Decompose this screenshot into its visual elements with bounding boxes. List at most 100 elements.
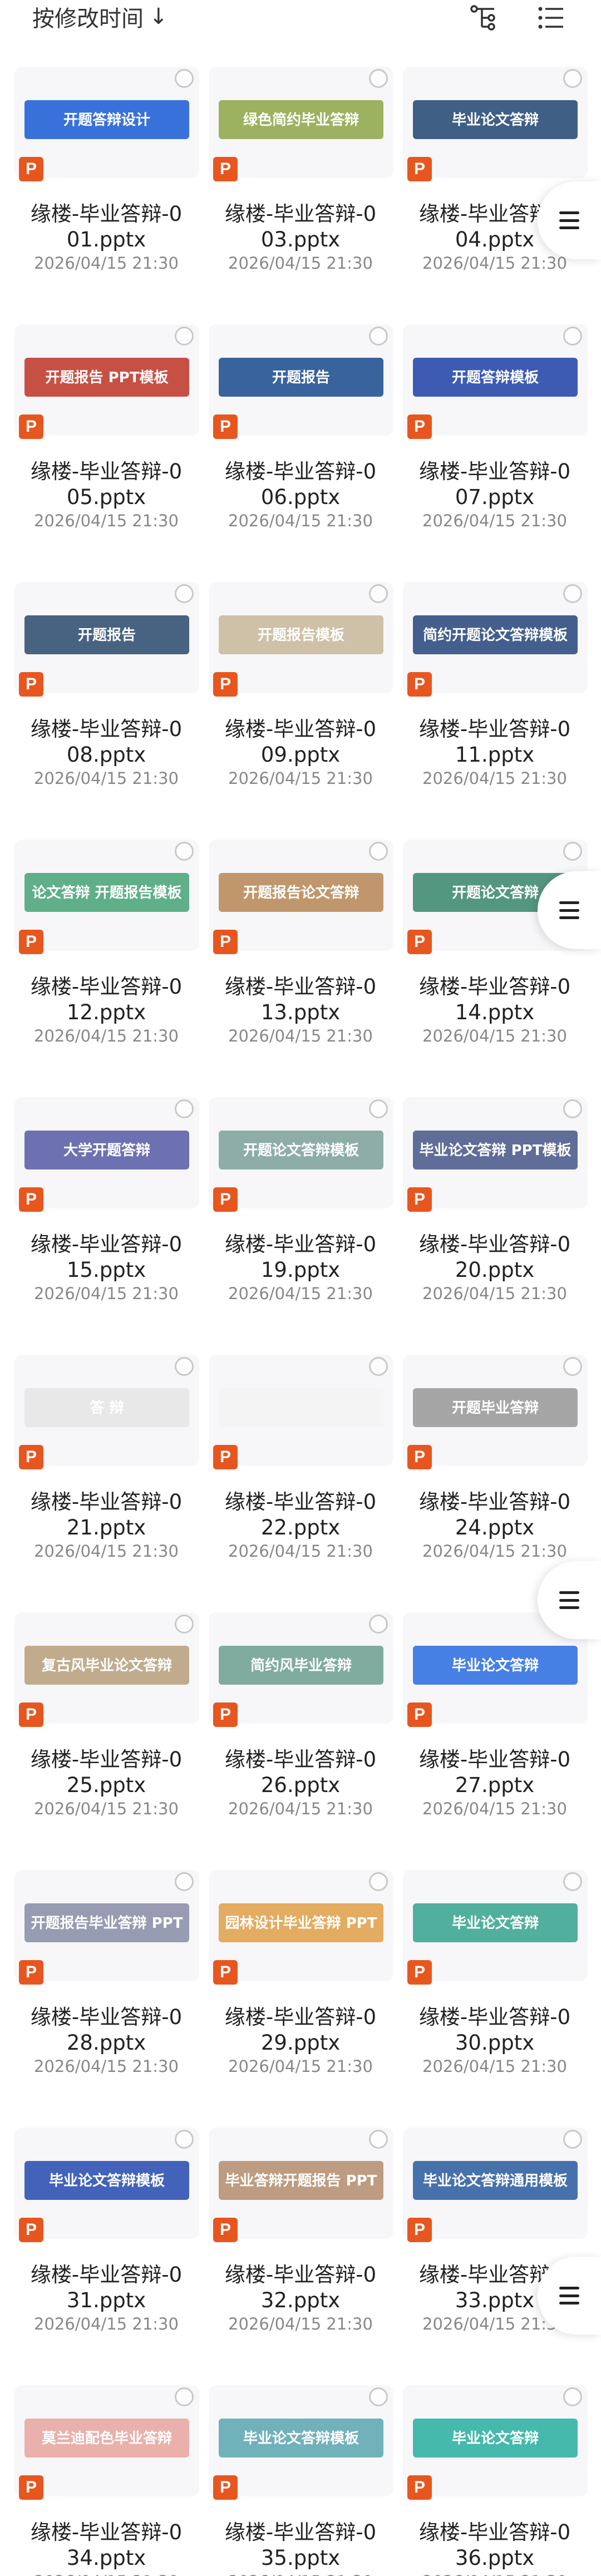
file-item[interactable]: 开题论文答辩模板 P 缘楼-毕业答辩-0 19.pptx 2026/04/15 21:3… <box>208 1097 393 1355</box>
file-item[interactable]: 复古风毕业论文答辩 P 缘楼-毕业答辩-0 25.pptx 2026/04/15 21:… <box>13 1612 199 1870</box>
select-checkbox[interactable] <box>369 1872 388 1891</box>
file-item[interactable]: 开题报告 PPT模板 P 缘楼-毕业答辩-0 05.pptx 2026/04/15 21… <box>13 324 199 582</box>
sort-descending-icon: ↓ <box>149 4 168 29</box>
file-modified-date: 2026/04/15 21:30 <box>34 769 179 788</box>
file-modified-date: 2026/04/15 21:30 <box>422 254 567 273</box>
file-item[interactable]: 毕业论文答辩通用模板 P 缘楼-毕业答辩-0 33.pptx 2026/04/15 21… <box>402 2128 588 2385</box>
top-toolbar: 按修改时间 ↓ <box>0 0 601 36</box>
slide-title: 简约开题论文答辩模板 <box>423 626 568 644</box>
file-item[interactable]: 开题答辩模板 P 缘楼-毕业答辩-0 07.pptx 2026/04/15 21:30 <box>402 324 588 582</box>
ppt-file-icon: P <box>19 414 43 439</box>
file-modified-date: 2026/04/15 21:30 <box>13 2572 199 2576</box>
file-item[interactable]: 简约风毕业答辩 P 缘楼-毕业答辩-0 26.pptx 2026/04/15 21:30 <box>208 1612 393 1870</box>
file-modified-date: 2026/04/15 21:30 <box>34 511 179 530</box>
ppt-file-icon: P <box>213 930 238 954</box>
select-checkbox[interactable] <box>563 1357 582 1376</box>
file-modified-date: 2026/04/15 21:30 <box>34 2057 179 2076</box>
file-item[interactable]: 毕业论文答辩 P 缘楼-毕业答辩-0 30.pptx 2026/04/15 21:30 <box>402 1870 588 2128</box>
select-checkbox[interactable] <box>369 1357 388 1376</box>
ppt-file-icon: P <box>407 1187 432 1212</box>
file-item[interactable]: 毕业论文答辩 PPT模板 P 缘楼-毕业答辩-0 20.pptx 2026/04/15 … <box>402 1097 588 1355</box>
file-name: 缘楼-毕业答辩-0 07.pptx <box>418 460 571 509</box>
select-checkbox[interactable] <box>369 327 388 346</box>
file-name: 缘楼-毕业答辩-0 25.pptx <box>30 1748 183 1797</box>
file-modified-date: 2026/04/15 21:30 <box>34 1284 179 1303</box>
slide-title: 答 辩 <box>90 1399 124 1417</box>
file-item[interactable]: 开题报告模板 P 缘楼-毕业答辩-0 09.pptx 2026/04/15 21:30 <box>208 582 393 840</box>
file-item[interactable]: 开题报告毕业答辩 PPT P 缘楼-毕业答辩-0 28.pptx 2026/04/15 … <box>13 1870 199 2128</box>
file-modified-date: 2026/04/15 21:30 <box>422 1284 567 1303</box>
file-item[interactable]: 莫兰迪配色毕业答辩 P 缘楼-毕业答辩-034.pptx 2026/04/15 21:… <box>13 2385 199 2576</box>
select-checkbox[interactable] <box>175 2130 194 2149</box>
file-name: 缘楼-毕业答辩-0 28.pptx <box>30 2005 183 2055</box>
slide-title: 开题毕业答辩 <box>452 1399 539 1417</box>
file-item[interactable]: 毕业论文答辩 P 缘楼-毕业答辩-036.pptx 2026/04/15 21:30 <box>402 2385 588 2576</box>
select-checkbox[interactable] <box>369 584 388 603</box>
file-item[interactable]: 开题答辩设计 P 缘楼-毕业答辩-0 01.pptx 2026/04/15 21:30 <box>13 67 199 324</box>
select-checkbox[interactable] <box>175 69 194 88</box>
file-name: 缘楼-毕业答辩-0 14.pptx <box>418 975 571 1024</box>
file-item[interactable]: 毕业论文答辩模板 P 缘楼-毕业答辩-0 31.pptx 2026/04/15 21:3… <box>13 2128 199 2385</box>
select-checkbox[interactable] <box>563 1099 582 1118</box>
ppt-file-icon: P <box>213 2218 238 2242</box>
file-item[interactable]: 毕业论文答辩模板 P 缘楼-毕业答辩-035.pptx 2026/04/15 21:3… <box>208 2385 393 2576</box>
file-item[interactable]: 简约开题论文答辩模板 P 缘楼-毕业答辩-0 11.pptx 2026/04/15 21… <box>402 582 588 840</box>
ppt-file-icon: P <box>19 1960 43 1985</box>
file-modified-date: 2026/04/15 21:30 <box>228 1027 373 1045</box>
file-modified-date: 2026/04/15 21:30 <box>422 1027 567 1045</box>
file-item[interactable]: 答 辩 P 缘楼-毕业答辩-0 21.pptx 2026/04/15 21:30 <box>13 1355 199 1612</box>
select-checkbox[interactable] <box>175 584 194 603</box>
file-name: 缘楼-毕业答辩-0 20.pptx <box>418 1232 571 1282</box>
select-checkbox[interactable] <box>563 69 582 88</box>
select-checkbox[interactable] <box>175 1099 194 1118</box>
file-name: 缘楼-毕业答辩-0 29.pptx <box>224 2005 377 2055</box>
slide-title: 毕业论文答辩模板 <box>243 2430 359 2447</box>
select-checkbox[interactable] <box>369 1615 388 1634</box>
select-checkbox[interactable] <box>369 2130 388 2149</box>
select-checkbox[interactable] <box>369 2387 388 2406</box>
file-item[interactable]: 开题报告论文答辩 P 缘楼-毕业答辩-0 13.pptx 2026/04/15 21:3… <box>208 840 393 1097</box>
file-item[interactable]: 毕业答辩开题报告 PPT P 缘楼-毕业答辩-0 32.pptx 2026/04/15 … <box>208 2128 393 2385</box>
select-checkbox[interactable] <box>369 1099 388 1118</box>
select-checkbox[interactable] <box>563 327 582 346</box>
file-name: 缘楼-毕业答辩-0 09.pptx <box>224 717 377 767</box>
sort-by-modified-button[interactable]: 按修改时间 ↓ <box>32 0 168 33</box>
file-item[interactable]: P 缘楼-毕业答辩-0 22.pptx 2026/04/15 21:30 <box>208 1355 393 1612</box>
select-checkbox[interactable] <box>369 842 388 861</box>
select-checkbox[interactable] <box>563 2130 582 2149</box>
select-checkbox[interactable] <box>175 1357 194 1376</box>
file-modified-date: 2026/04/15 21:30 <box>422 1799 567 1818</box>
file-item[interactable]: 开题报告 P 缘楼-毕业答辩-0 06.pptx 2026/04/15 21:30 <box>208 324 393 582</box>
select-checkbox[interactable] <box>369 69 388 88</box>
menu-icon <box>559 211 579 229</box>
ppt-file-icon: P <box>407 157 432 181</box>
slide-title: 毕业论文答辩模板 <box>49 2172 165 2189</box>
select-checkbox[interactable] <box>175 842 194 861</box>
file-item[interactable]: 绿色简约毕业答辩 P 缘楼-毕业答辩-0 03.pptx 2026/04/15 21:3… <box>208 67 393 324</box>
file-modified-date: 2026/04/15 21:30 <box>34 2315 179 2333</box>
file-name: 缘楼-毕业答辩-0 35.pptx <box>224 2520 377 2570</box>
select-checkbox[interactable] <box>175 1872 194 1891</box>
file-item[interactable]: 开题报告 P 缘楼-毕业答辩-0 08.pptx 2026/04/15 21:30 <box>13 582 199 840</box>
ppt-file-icon: P <box>19 2218 43 2242</box>
file-item[interactable]: 大学开题答辩 P 缘楼-毕业答辩-0 15.pptx 2026/04/15 21:30 <box>13 1097 199 1355</box>
file-modified-date: 2026/04/15 21:30 <box>402 2572 588 2576</box>
select-checkbox[interactable] <box>563 842 582 861</box>
file-item[interactable]: 毕业论文答辩 P 缘楼-毕业答辩-0 27.pptx 2026/04/15 21:30 <box>402 1612 588 1870</box>
list-view-icon[interactable] <box>534 2 568 33</box>
slide-title: 毕业论文答辩 <box>452 111 539 129</box>
ppt-file-icon: P <box>407 930 432 954</box>
slide-title: 开题报告毕业答辩 PPT <box>31 1914 183 1932</box>
file-item[interactable]: 论文答辩 开题报告模板 P 缘楼-毕业答辩-0 12.pptx 2026/04/15 2… <box>13 840 199 1097</box>
select-checkbox[interactable] <box>175 327 194 346</box>
select-checkbox[interactable] <box>563 584 582 603</box>
select-checkbox[interactable] <box>563 2387 582 2406</box>
ppt-file-icon: P <box>213 1445 238 1469</box>
select-checkbox[interactable] <box>175 1615 194 1634</box>
slide-title: 毕业论文答辩 PPT模板 <box>420 1142 572 1159</box>
hierarchy-icon[interactable] <box>466 2 500 33</box>
ppt-file-icon: P <box>19 1702 43 1727</box>
select-checkbox[interactable] <box>563 1872 582 1891</box>
file-item[interactable]: 园林设计毕业答辩 PPT P 缘楼-毕业答辩-0 29.pptx 2026/04/15 … <box>208 1870 393 2128</box>
select-checkbox[interactable] <box>175 2387 194 2406</box>
